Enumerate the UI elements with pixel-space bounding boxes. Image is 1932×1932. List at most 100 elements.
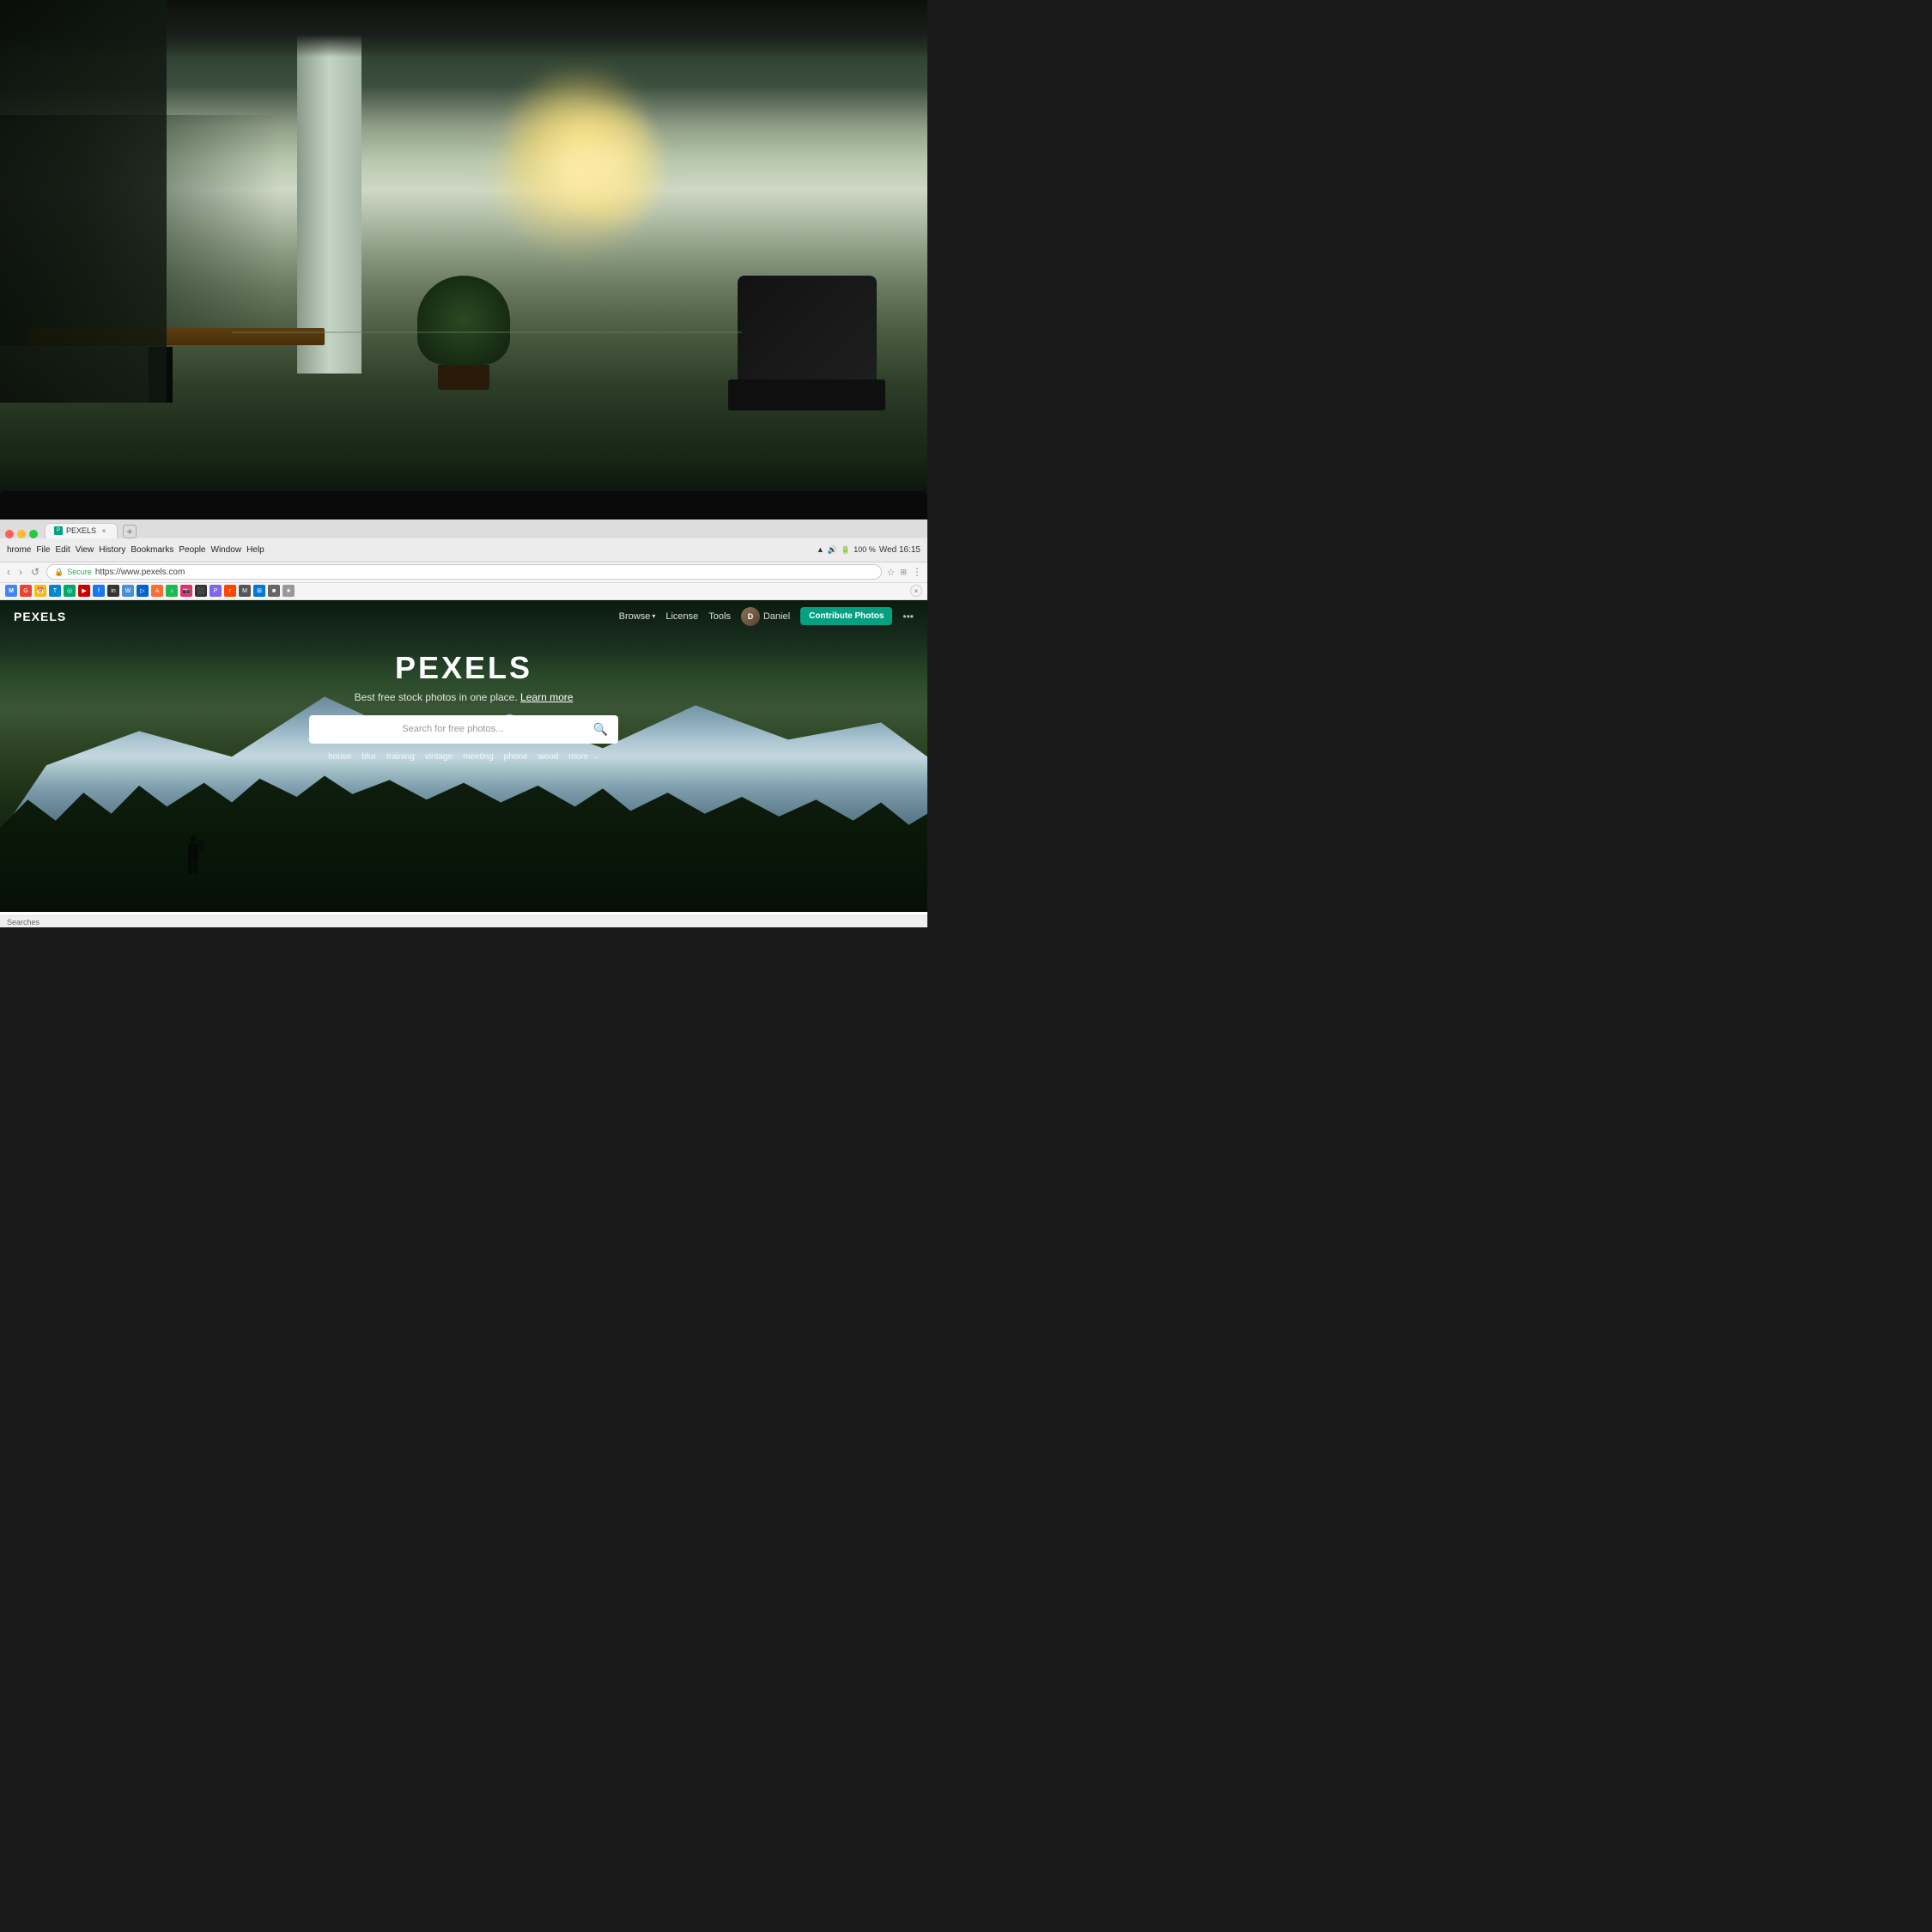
menu-file[interactable]: File bbox=[36, 545, 50, 555]
user-section: D Daniel bbox=[741, 607, 790, 626]
tag-training[interactable]: training bbox=[386, 752, 415, 762]
person-backpack bbox=[197, 841, 204, 851]
left-wall bbox=[0, 0, 167, 403]
bookmark-14[interactable]: ⬛ bbox=[195, 585, 207, 597]
menu-bookmarks[interactable]: Bookmarks bbox=[131, 545, 173, 555]
nav-more-icon[interactable]: ••• bbox=[902, 611, 914, 623]
search-placeholder: Search for free photos... bbox=[319, 724, 586, 734]
bookmark-8[interactable]: in bbox=[107, 585, 119, 597]
license-nav-link[interactable]: License bbox=[665, 611, 698, 622]
person-head bbox=[190, 835, 197, 842]
tag-blur[interactable]: blur bbox=[361, 752, 376, 762]
chair-back bbox=[738, 276, 877, 380]
subtitle-text: Best free stock photos in one place. bbox=[355, 691, 518, 703]
url-bar[interactable]: 🔒 Secure https://www.pexels.com bbox=[46, 564, 882, 580]
hero-content: PEXELS Best free stock photos in one pla… bbox=[0, 633, 927, 775]
minimize-window-button[interactable] bbox=[17, 530, 26, 538]
pexels-logo: PEXELS bbox=[14, 610, 66, 623]
plant-container bbox=[417, 276, 510, 402]
menu-view[interactable]: View bbox=[76, 545, 94, 555]
bookmark-15[interactable]: P bbox=[210, 585, 222, 597]
license-label: License bbox=[665, 611, 698, 622]
close-window-button[interactable] bbox=[5, 530, 14, 538]
bookmark-20[interactable]: ★ bbox=[283, 585, 295, 597]
bookmark-star-icon[interactable]: ☆ bbox=[887, 567, 896, 578]
bookmark-10[interactable]: ▷ bbox=[137, 585, 149, 597]
volume-icon: 🔊 bbox=[828, 545, 837, 555]
tools-nav-link[interactable]: Tools bbox=[708, 611, 731, 622]
menu-history[interactable]: History bbox=[99, 545, 125, 555]
window-light-2 bbox=[556, 104, 668, 230]
secure-label: Secure bbox=[67, 568, 92, 576]
person-legs bbox=[188, 860, 198, 874]
browse-nav-link[interactable]: Browse ▾ bbox=[619, 611, 656, 622]
tag-more[interactable]: more → bbox=[568, 752, 599, 762]
bookmark-3[interactable]: 📅 bbox=[34, 585, 46, 597]
menu-help[interactable]: Help bbox=[246, 545, 264, 555]
contribute-photos-button[interactable]: Contribute Photos bbox=[800, 607, 892, 625]
menu-chrome: hrome bbox=[7, 545, 31, 555]
back-button[interactable]: ‹ bbox=[5, 566, 12, 578]
bookmark-4[interactable]: T bbox=[49, 585, 61, 597]
system-icons: ▲ 🔊 🔋 100 % Wed 16:15 bbox=[817, 545, 920, 555]
wifi-icon: ▲ bbox=[817, 545, 824, 554]
search-bar[interactable]: Search for free photos... 🔍 bbox=[309, 715, 618, 744]
office-background bbox=[0, 0, 927, 575]
tab-title: PEXELS bbox=[66, 526, 96, 535]
user-avatar: D bbox=[741, 607, 760, 626]
tag-house[interactable]: house bbox=[328, 752, 351, 762]
bookmark-1[interactable]: M bbox=[5, 585, 17, 597]
status-bar: Searches bbox=[0, 915, 927, 927]
forward-button[interactable]: › bbox=[17, 566, 24, 578]
new-tab-button[interactable]: + bbox=[123, 525, 137, 538]
browse-chevron-icon: ▾ bbox=[652, 612, 655, 620]
bookmarks-bar: M G 📅 T ◎ ▶ f in W ▷ A ♪ 📷 ⬛ P r M ⊞ ■ ★ bbox=[0, 583, 927, 600]
site-title: PEXELS bbox=[14, 650, 914, 686]
browse-label: Browse bbox=[619, 611, 651, 622]
maximize-window-button[interactable] bbox=[29, 530, 38, 538]
menu-window[interactable]: Window bbox=[211, 545, 242, 555]
browser-menu-bar: hrome File Edit View History Bookmarks P… bbox=[0, 538, 927, 562]
window-controls bbox=[5, 530, 38, 538]
bookmark-2[interactable]: G bbox=[20, 585, 32, 597]
bookmark-9[interactable]: W bbox=[122, 585, 134, 597]
tools-label: Tools bbox=[708, 611, 731, 622]
battery-icon: 🔋 bbox=[841, 545, 850, 555]
bookmark-12[interactable]: ♪ bbox=[166, 585, 178, 597]
bookmark-17[interactable]: M bbox=[239, 585, 251, 597]
browser-tab[interactable]: P PEXELS × bbox=[45, 523, 118, 538]
tab-close-button[interactable]: × bbox=[100, 526, 108, 535]
bookmark-18[interactable]: ⊞ bbox=[253, 585, 265, 597]
address-bar-row: ‹ › ↺ 🔒 Secure https://www.pexels.com ☆ … bbox=[0, 562, 927, 583]
bookmark-more[interactable]: × bbox=[910, 585, 922, 597]
bookmark-13[interactable]: 📷 bbox=[180, 585, 192, 597]
window-glow bbox=[510, 69, 649, 212]
bookmark-19[interactable]: ■ bbox=[268, 585, 280, 597]
search-tags: house blur training vintage meeting phon… bbox=[14, 752, 914, 762]
learn-more-link[interactable]: Learn more bbox=[520, 691, 573, 703]
bookmark-6[interactable]: ▶ bbox=[78, 585, 90, 597]
tab-bar: P PEXELS × + bbox=[0, 519, 927, 538]
username: Daniel bbox=[763, 611, 790, 622]
more-options-icon[interactable]: ⋮ bbox=[912, 566, 922, 578]
tag-phone[interactable]: phone bbox=[504, 752, 528, 762]
hero-person bbox=[185, 835, 201, 874]
bookmark-7[interactable]: f bbox=[93, 585, 105, 597]
menu-people[interactable]: People bbox=[179, 545, 205, 555]
tag-vintage[interactable]: vintage bbox=[425, 752, 453, 762]
bookmark-16[interactable]: r bbox=[224, 585, 236, 597]
tag-wood[interactable]: wood bbox=[538, 752, 558, 762]
extensions-icon: ⊞ bbox=[900, 568, 907, 577]
bookmark-11[interactable]: A bbox=[151, 585, 163, 597]
menu-edit[interactable]: Edit bbox=[55, 545, 70, 555]
bookmark-items: M G 📅 T ◎ ▶ f in W ▷ A ♪ 📷 ⬛ P r M ⊞ ■ ★ bbox=[5, 585, 295, 597]
search-icon[interactable]: 🔍 bbox=[593, 722, 608, 737]
reload-button[interactable]: ↺ bbox=[29, 566, 41, 578]
pexels-nav: PEXELS Browse ▾ License Tools D Daniel C… bbox=[0, 600, 927, 633]
plant-pot bbox=[438, 365, 489, 390]
tag-meeting[interactable]: meeting bbox=[463, 752, 494, 762]
chair-seat bbox=[728, 380, 886, 410]
secure-icon: 🔒 bbox=[54, 568, 64, 577]
bookmark-5[interactable]: ◎ bbox=[64, 585, 76, 597]
clock: Wed 16:15 bbox=[879, 545, 920, 555]
